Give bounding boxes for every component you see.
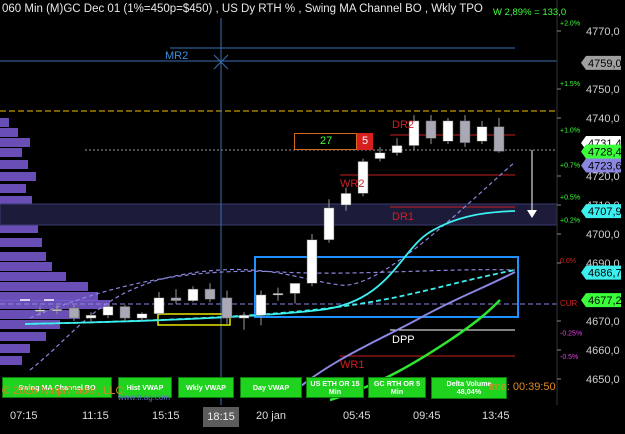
- candle-body: [425, 120, 437, 139]
- time-label-1345: 13:45: [482, 410, 510, 422]
- profile-bar: [0, 332, 46, 341]
- percent-label: -0.25%: [560, 331, 582, 338]
- wr2-label: WR2: [340, 178, 364, 190]
- profile-bar: [0, 262, 52, 271]
- copyright-text: © 2026 NinjaTrader, LLC: [2, 385, 124, 397]
- price-label: 4740,0: [586, 113, 620, 125]
- wr1-label: WR1: [340, 359, 364, 371]
- percent-label: +0.2%: [560, 218, 580, 225]
- candle-body: [85, 314, 97, 319]
- candle-body: [255, 294, 267, 316]
- time-label-1515: 15:15: [152, 410, 180, 422]
- price-tag: 4723,6: [581, 158, 622, 173]
- candle-body: [442, 120, 454, 142]
- candle-body: [170, 297, 182, 301]
- price-tag: 4728,4: [581, 144, 622, 159]
- percent-label: 0.0%: [560, 258, 576, 265]
- profile-bar: [0, 252, 46, 261]
- price-tag: 4759,0: [581, 55, 622, 70]
- candle-body: [493, 126, 505, 152]
- svg-text:4723,6: 4723,6: [588, 161, 622, 173]
- svg-text:4728,4: 4728,4: [588, 147, 622, 159]
- svg-text:4707,9: 4707,9: [588, 206, 622, 218]
- price-label: 4660,0: [586, 345, 620, 357]
- candle-body: [204, 288, 216, 300]
- candle-body: [323, 207, 335, 241]
- percent-label: +0.7%: [560, 162, 580, 169]
- cur-label: CUR: [560, 299, 578, 308]
- profile-bar: [0, 282, 88, 291]
- price-label: 4700,0: [586, 229, 620, 241]
- day-vwap-button[interactable]: Day VWAP: [240, 377, 302, 398]
- profile-bar: [0, 160, 28, 169]
- candle-body: [68, 307, 80, 319]
- weekly-stat: W 2,89% = 133,0: [493, 7, 567, 18]
- profile-bar: [0, 238, 42, 247]
- profile-bar: [0, 184, 26, 193]
- percent-label: +2.0%: [560, 20, 580, 27]
- candle-body: [136, 313, 148, 319]
- price-tag: 4686,7: [581, 265, 622, 280]
- candle-body: [187, 288, 199, 301]
- watermark-text: www.tr.ag.com: [118, 393, 171, 402]
- time-label-selected[interactable]: 18:15: [203, 407, 239, 427]
- candle-body: [51, 309, 63, 312]
- price-label: 4650,0: [586, 374, 620, 386]
- svg-text:4686,7: 4686,7: [588, 268, 622, 280]
- candle-body: [289, 283, 301, 294]
- order-quantity[interactable]: 27: [294, 133, 357, 150]
- us-eth-or-button[interactable]: US ETH OR 15 Min: [306, 377, 364, 398]
- profile-bar: [0, 172, 36, 181]
- profile-bar: [0, 118, 9, 127]
- percent-label: +1.5%: [560, 81, 580, 88]
- profile-bar: [0, 138, 30, 147]
- chart-title: 060 Min (M)GC Dec 01 (1%=450p=$450) , US…: [2, 3, 483, 15]
- dr1-label: DR1: [392, 211, 414, 223]
- percent-label: +1.0%: [560, 128, 580, 135]
- profile-bar: [0, 148, 22, 157]
- candle-body: [272, 293, 284, 296]
- price-label: 4670,0: [586, 316, 620, 328]
- dr2-label: DR2: [392, 119, 414, 131]
- price-label: 4750,0: [586, 84, 620, 96]
- mr2-label: MR2: [165, 50, 188, 62]
- candle-body: [238, 314, 250, 319]
- time-label-20jan: 20 jan: [256, 410, 286, 422]
- time-label-1115: 11:15: [82, 410, 109, 422]
- profile-bar: [0, 272, 66, 281]
- svg-text:4759,0: 4759,0: [588, 58, 622, 70]
- time-label-0945: 09:45: [413, 410, 441, 422]
- candle-body: [119, 306, 131, 319]
- candle-body: [374, 152, 386, 159]
- gc-rth-or-button[interactable]: GC RTH OR 5 Min: [368, 377, 426, 398]
- profile-bar: [0, 356, 22, 365]
- candle-body: [34, 309, 46, 312]
- candle-body: [221, 297, 233, 319]
- price-label: 4770,0: [586, 26, 620, 38]
- candle-body: [476, 126, 488, 142]
- candle-body: [102, 306, 114, 316]
- candle-body: [459, 120, 471, 143]
- price-tag: 4707,9: [581, 204, 622, 219]
- percent-label: +0.5%: [560, 194, 580, 201]
- time-label-0545: 05:45: [343, 410, 371, 422]
- candle-body: [340, 193, 352, 206]
- price-label: 4720,0: [586, 171, 620, 183]
- bar-timer: ime: 00:39:50: [489, 381, 556, 393]
- candle-body: [306, 239, 318, 284]
- candle-body: [391, 145, 403, 154]
- svg-text:4677,2: 4677,2: [588, 295, 622, 307]
- time-label-0715: 07:15: [10, 410, 38, 422]
- candle-body: [153, 297, 165, 314]
- wkly-vwap-button[interactable]: Wkly VWAP: [178, 377, 234, 398]
- percent-label: -0.5%: [560, 354, 578, 361]
- dpp-label: DPP: [392, 334, 415, 346]
- profile-bar: [0, 128, 18, 137]
- chart-canvas[interactable]: MR2 DR2 WR2 DR1 DPP WR1 CUR 4770,0 4750,0…: [0, 0, 625, 434]
- order-count-badge[interactable]: 5: [357, 133, 373, 150]
- profile-bar: [0, 344, 30, 353]
- price-tag: 4677,2: [581, 293, 622, 308]
